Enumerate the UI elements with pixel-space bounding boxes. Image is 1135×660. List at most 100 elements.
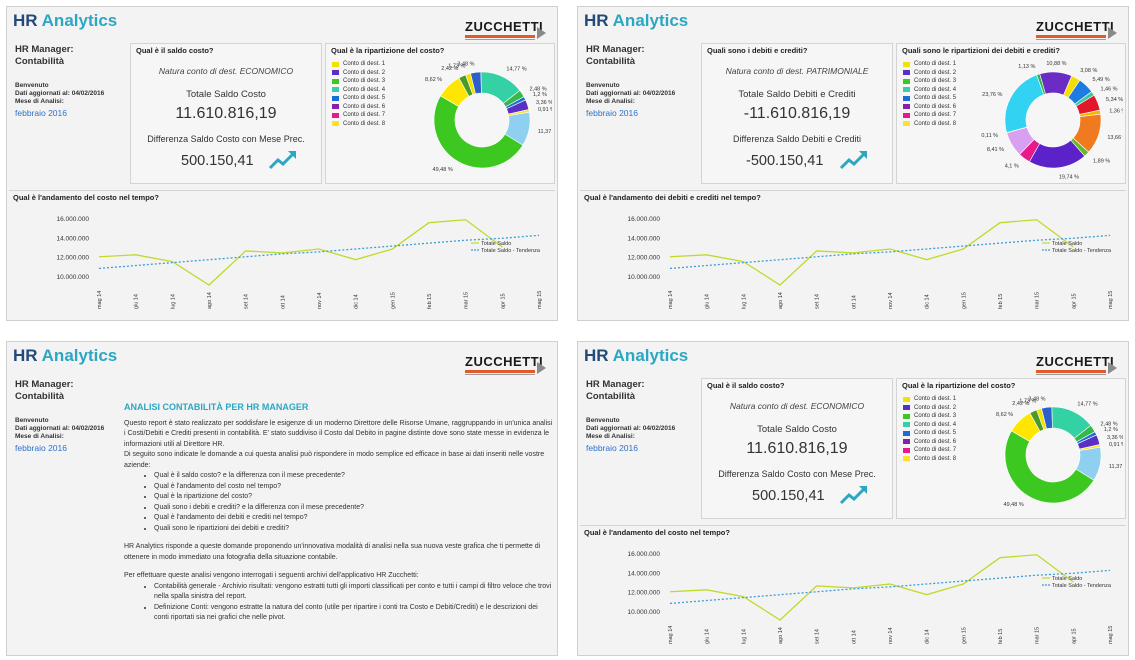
- nature-label: Natura conto di dest. ECONOMICO: [729, 401, 865, 411]
- slice-label: 0,91 %: [1109, 442, 1123, 448]
- slice-label: 14,77 %: [506, 66, 526, 72]
- legend-label: Conto di dest. 7: [914, 112, 957, 119]
- legend-item[interactable]: Conto di dest. 1: [332, 60, 385, 69]
- series-line-total[interactable]: [669, 219, 1074, 286]
- x-tick-label: ott 14: [280, 295, 286, 309]
- slice-label: 3,08 %: [1080, 68, 1097, 74]
- month-value[interactable]: febbraio 2016: [15, 108, 123, 118]
- donut-chart: 1,73 %3,48 %14,77 %2,48 %1,2 %3,36 %0,91…: [996, 396, 1123, 507]
- y-tick-label: 16.000.000: [627, 216, 660, 223]
- line-chart: 16.000.000 14.000.000 12.000.000 10.000.000…: [56, 216, 543, 309]
- y-tick-label: 10.000.000: [627, 274, 660, 281]
- dashboard-intro: HR Analytics ZUCCHETTI HR Manager: Conta…: [6, 341, 558, 656]
- legend-label: Conto di dest. 3: [914, 78, 957, 85]
- legend-item[interactable]: Conto di dest. 4: [903, 86, 956, 95]
- slice-label: 1,2 %: [1104, 427, 1118, 433]
- cost-breakdown-box: Qual è la ripartizione del costo? Conto …: [896, 378, 1126, 519]
- cost-kpi-box: Qual è il saldo costo? Natura conto di d…: [130, 43, 322, 184]
- line-legend-label: Totale Saldo: [481, 241, 511, 247]
- cost-kpi-box: Qual è il saldo costo? Natura conto di d…: [701, 378, 893, 519]
- legend-item[interactable]: Conto di dest. 2: [903, 404, 956, 413]
- legend-item[interactable]: Conto di dest. 6: [332, 103, 385, 112]
- donut-chart: 1,13 % 10,88 % 3,08 % 5,49 % 1,46 % 5,34 % 1,3…: [981, 61, 1123, 181]
- legend-label: Conto di dest. 8: [914, 120, 957, 127]
- legend-item[interactable]: Conto di dest. 5: [332, 94, 385, 103]
- legend-item[interactable]: Conto di dest. 5: [903, 94, 956, 103]
- total-value: 11.610.816,19: [746, 440, 848, 457]
- slice-label: 10,88 %: [1046, 61, 1066, 67]
- archives-list: Contabilità generale - Archivio risultat…: [154, 582, 554, 624]
- series-line-trend[interactable]: [669, 569, 1111, 605]
- slice-label: 2,42 %: [1012, 401, 1029, 407]
- legend-item[interactable]: Conto di dest. 8: [903, 455, 956, 464]
- nature-label: Natura conto di dest. PATRIMONIALE: [725, 66, 869, 76]
- month-value[interactable]: febbraio 2016: [586, 443, 694, 453]
- slice-label: 23,76 %: [982, 92, 1002, 98]
- breakdown-question: Qual è la ripartizione del costo?: [331, 46, 445, 55]
- x-tick-label: gen 15: [961, 627, 967, 644]
- legend-item[interactable]: Conto di dest. 5: [903, 429, 956, 438]
- legend-swatch: [903, 121, 910, 127]
- legend-swatch: [332, 70, 339, 76]
- x-tick-label: mar 15: [464, 292, 470, 309]
- slice-label: 0,91 %: [538, 107, 552, 113]
- series-line-total[interactable]: [98, 219, 503, 286]
- x-tick-label: set 14: [815, 629, 821, 644]
- legend-label: Conto di dest. 6: [914, 438, 957, 445]
- left-info: HR Manager: Contabilità Benvenuto Dati a…: [15, 379, 123, 453]
- manager-label: HR Manager:: [15, 379, 74, 390]
- legend-item[interactable]: Conto di dest. 8: [903, 120, 956, 129]
- y-tick-label: 16.000.000: [627, 551, 660, 558]
- legend-item[interactable]: Conto di dest. 3: [903, 412, 956, 421]
- x-tick-label: nov 14: [317, 292, 323, 309]
- zucchetti-logo: ZUCCHETTI: [1036, 353, 1122, 379]
- legend-item[interactable]: Conto di dest. 7: [332, 111, 385, 120]
- trend-question: Qual è l'andamento dei debiti e crediti …: [584, 193, 761, 202]
- slice-label: 14,77 %: [1077, 401, 1097, 407]
- slice-label: 2,42 %: [441, 66, 458, 72]
- series-line-trend[interactable]: [669, 234, 1111, 270]
- series-line-trend[interactable]: [98, 234, 540, 270]
- legend-item[interactable]: Conto di dest. 2: [332, 69, 385, 78]
- legend-item[interactable]: Conto di dest. 7: [903, 111, 956, 120]
- zucchetti-logo: ZUCCHETTI: [1036, 18, 1122, 44]
- slice-label: 1,46 %: [1100, 86, 1117, 92]
- legend-item[interactable]: Conto di dest. 2: [903, 69, 956, 78]
- legend-item[interactable]: Conto di dest. 4: [332, 86, 385, 95]
- line-legend-label: Totale Saldo: [1052, 576, 1082, 582]
- cost-trend-box: Qual è l'andamento del costo nel tempo? …: [9, 190, 555, 319]
- legend-item[interactable]: Conto di dest. 3: [332, 77, 385, 86]
- diff-label: Differenza Saldo Costo con Mese Prec.: [718, 469, 876, 479]
- legend-item[interactable]: Conto di dest. 4: [903, 421, 956, 430]
- legend-item[interactable]: Conto di dest. 6: [903, 103, 956, 112]
- legend-item[interactable]: Conto di dest. 1: [903, 60, 956, 69]
- y-tick-label: 14.000.000: [627, 570, 660, 577]
- x-tick-label: mag 15: [1108, 291, 1114, 309]
- manager-area: Contabilità: [15, 56, 65, 67]
- legend-item[interactable]: Conto di dest. 8: [332, 120, 385, 129]
- y-tick-label: 10.000.000: [56, 274, 89, 281]
- series-line-total[interactable]: [669, 554, 1074, 621]
- line-legend-label: Totale Saldo - Tendenza: [1052, 248, 1112, 254]
- x-tick-label: lug 14: [741, 294, 747, 309]
- legend-swatch: [903, 112, 910, 118]
- debts-breakdown-box: Quali sono le ripartizioni dei debiti e …: [896, 43, 1126, 184]
- legend-item[interactable]: Conto di dest. 3: [903, 77, 956, 86]
- trend-up-icon: [839, 486, 867, 505]
- legend-item[interactable]: Conto di dest. 1: [903, 395, 956, 404]
- zucchetti-logo: ZUCCHETTI: [465, 18, 551, 44]
- x-tick-label: lug 14: [170, 294, 176, 309]
- legend-label: Conto di dest. 1: [914, 396, 957, 403]
- month-value[interactable]: febbraio 2016: [586, 108, 694, 118]
- legend-item[interactable]: Conto di dest. 6: [903, 438, 956, 447]
- manager-area: Contabilità: [15, 391, 65, 402]
- welcome-text: Benvenuto: [15, 82, 49, 89]
- legend-item[interactable]: Conto di dest. 7: [903, 446, 956, 455]
- line-chart: 16.000.000 14.000.000 12.000.000 10.000.000…: [627, 216, 1114, 309]
- legend-swatch: [332, 61, 339, 67]
- x-tick-label: mar 15: [1035, 627, 1041, 644]
- slice-label: 0,11 %: [981, 133, 998, 139]
- donut-slice[interactable]: [1004, 74, 1045, 133]
- slice-label: 5,49 %: [1093, 77, 1110, 83]
- month-value[interactable]: febbraio 2016: [15, 443, 123, 453]
